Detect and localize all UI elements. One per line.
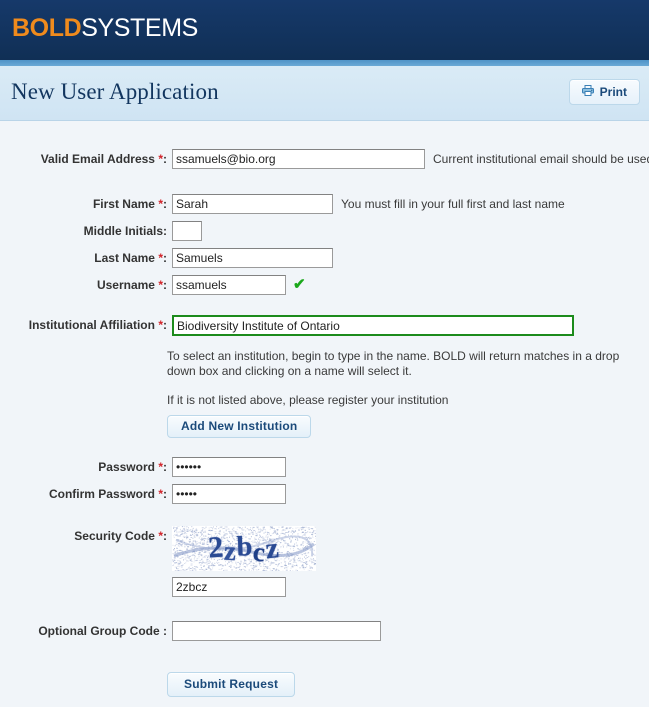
institution-label: Institutional Affiliation *: [17, 315, 172, 335]
top-navigation-bar: BOLDSYSTEMS [0, 0, 649, 60]
group-code-field[interactable] [172, 621, 381, 641]
field-row-security-code: Security Code *: 2zbcz [17, 526, 316, 597]
middle-initials-field[interactable] [172, 221, 202, 241]
field-row-confirm-password: Confirm Password *: [17, 484, 286, 504]
brand-logo[interactable]: BOLDSYSTEMS [12, 16, 198, 41]
captcha-image: 2zbcz [172, 526, 316, 571]
required-marker: * [158, 529, 163, 543]
institution-field[interactable] [172, 315, 574, 336]
confirm-password-field[interactable] [172, 484, 286, 504]
password-label: Password *: [17, 457, 172, 477]
new-user-application-form: Valid Email Address *: Current instituti… [0, 121, 649, 707]
email-label: Valid Email Address *: [17, 149, 172, 169]
required-marker: * [158, 318, 163, 332]
middle-initials-label: Middle Initials: [17, 221, 172, 241]
required-marker: * [158, 152, 163, 166]
security-code-label: Security Code *: [17, 526, 172, 546]
confirm-password-label: Confirm Password *: [17, 484, 172, 504]
field-row-institution: Institutional Affiliation *: [17, 315, 574, 336]
institution-help-line-1: To select an institution, begin to type … [167, 349, 641, 379]
page-title: New User Application [11, 79, 219, 105]
institution-help-block: To select an institution, begin to type … [167, 349, 641, 438]
required-marker: * [158, 197, 163, 211]
institution-help-line-2: If it is not listed above, please regist… [167, 393, 641, 408]
first-name-label: First Name *: [17, 194, 172, 214]
last-name-label: Last Name *: [17, 248, 172, 268]
security-code-field[interactable] [172, 577, 286, 597]
print-button-label: Print [600, 85, 627, 99]
first-name-field[interactable] [172, 194, 333, 214]
field-row-username: Username *: ✔ [17, 275, 306, 295]
printer-icon [582, 85, 594, 99]
submit-request-button[interactable]: Submit Request [167, 672, 295, 697]
required-marker: * [158, 278, 163, 292]
captcha-text: 2zbcz [172, 526, 316, 571]
field-row-last-name: Last Name *: [17, 248, 333, 268]
field-row-middle-initials: Middle Initials: [17, 221, 202, 241]
field-row-first-name: First Name *: You must fill in your full… [17, 194, 565, 214]
field-row-password: Password *: [17, 457, 286, 477]
required-marker: * [158, 251, 163, 265]
field-row-group-code: Optional Group Code : [17, 621, 381, 641]
add-new-institution-button[interactable]: Add New Institution [167, 415, 311, 438]
email-hint: Current institutional email should be us… [425, 149, 649, 169]
group-code-label: Optional Group Code : [17, 621, 172, 641]
field-row-email: Valid Email Address *: Current instituti… [17, 149, 649, 169]
email-field[interactable] [172, 149, 425, 169]
password-field[interactable] [172, 457, 286, 477]
brand-logo-systems: SYSTEMS [81, 14, 198, 42]
last-name-field[interactable] [172, 248, 333, 268]
submit-row: Submit Request [167, 672, 295, 697]
page-header: New User Application Print [0, 66, 649, 121]
green-check-icon: ✔ [286, 275, 306, 295]
username-field[interactable] [172, 275, 286, 295]
brand-logo-bold: BOLD [12, 14, 81, 42]
required-marker: * [158, 487, 163, 501]
username-label: Username *: [17, 275, 172, 295]
print-button[interactable]: Print [569, 79, 640, 105]
first-name-hint: You must fill in your full first and las… [333, 194, 565, 214]
required-marker: * [158, 460, 163, 474]
